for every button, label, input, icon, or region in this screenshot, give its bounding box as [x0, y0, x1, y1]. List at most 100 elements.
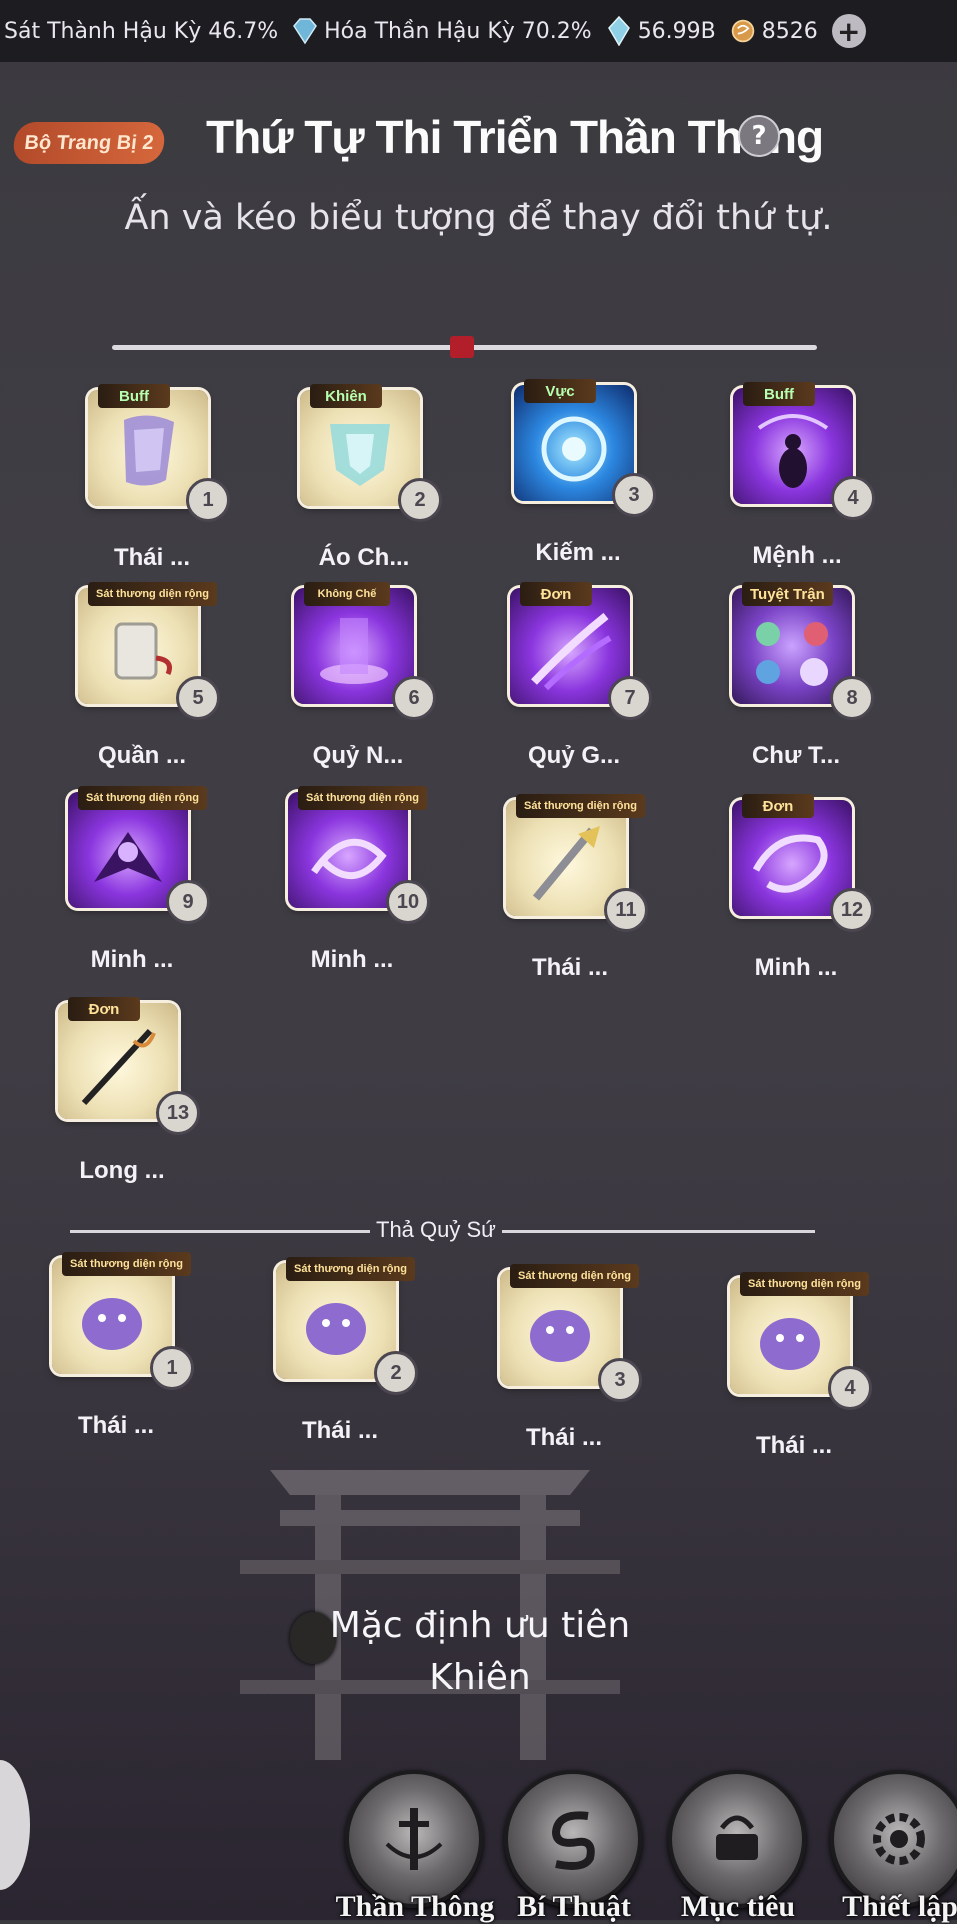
order-number: 3 — [612, 473, 656, 517]
add-currency-button[interactable]: + — [831, 14, 866, 48]
cultivation-stat-2: Hóa Thần Hậu Kỳ 70.2% — [292, 16, 592, 46]
default-priority[interactable]: Mặc định ưu tiên Khiên — [320, 1600, 640, 1704]
skill-name: Minh ... — [754, 954, 838, 981]
instruction-text: Ấn và kéo biểu tượng để thay đổi thứ tự. — [124, 198, 833, 238]
diamond-icon — [293, 18, 318, 45]
dragon-spear-icon — [81, 1028, 156, 1106]
summon-slot-1[interactable]: Sát thương diện rộng 1 Thái ... — [52, 1252, 202, 1440]
summon-tag: Sát thương diện rộng — [510, 1264, 639, 1288]
order-number: 2 — [374, 1351, 418, 1395]
skill-name: Chư T... — [751, 742, 841, 769]
summon-tag: Sát thương diện rộng — [62, 1252, 191, 1276]
skill-slot-8[interactable]: Tuyệt Trận 8 Chư T... — [732, 582, 882, 770]
order-number: 1 — [150, 1346, 194, 1390]
purple-swirl-icon — [311, 838, 387, 880]
skill-name: Quần ... — [97, 742, 186, 769]
section-line-left — [70, 1230, 370, 1233]
skill-slot-12[interactable]: Đơn 12 Minh ... — [732, 794, 882, 982]
buff-cloak-icon — [124, 415, 174, 486]
nav-thiet-lap[interactable]: Thiết lập — [830, 1770, 957, 1923]
status-bar: Sát Thành Hậu Kỳ 46.7% Hóa Thần Hậu Kỳ 7… — [0, 0, 957, 62]
skill-name: Long ... — [79, 1157, 165, 1184]
demon-beast-icon — [82, 1298, 142, 1350]
cultivation-stat-2-text: Hóa Thần Hậu Kỳ 70.2% — [324, 18, 592, 44]
skill-slot-11[interactable]: Sát thương diện rộng 11 Thái ... — [506, 794, 656, 982]
scroll-icon — [114, 622, 172, 680]
skill-slot-7[interactable]: Đơn 7 Quỷ G... — [510, 582, 660, 770]
nav-than-thong[interactable]: Thần Thông — [336, 1770, 494, 1923]
skill-slot-1[interactable]: Buff 1 Thái ... — [88, 384, 238, 572]
skill-slot-5[interactable]: Sát thương diện rộng 5 Quần ... — [78, 582, 228, 770]
nav-muc-tieu[interactable]: Mục tiêu — [668, 1770, 808, 1923]
skill-name: Thái ... — [531, 954, 608, 981]
sword-domain-icon — [541, 416, 607, 482]
skill-slot-6[interactable]: Không Chế 6 Quỷ N... — [294, 582, 444, 770]
order-number: 4 — [828, 1366, 872, 1410]
summon-slot-4[interactable]: Sát thương diện rộng 4 Thái ... — [730, 1272, 880, 1460]
skill-slot-4[interactable]: Buff 4 Mệnh ... — [733, 382, 883, 570]
skill-tag: Sát thương diện rộng — [298, 786, 427, 810]
demon-beast-icon — [306, 1303, 366, 1355]
cultivation-stat-1: Sát Thành Hậu Kỳ 46.7% — [4, 19, 278, 44]
skill-tag: Tuyệt Trận — [742, 582, 833, 606]
skill-name: Quỷ G... — [527, 742, 620, 769]
skill-slot-2[interactable]: Khiên 2 Áo Ch... — [300, 384, 450, 572]
dark-wings-icon — [94, 832, 162, 882]
side-menu-edge[interactable] — [0, 1760, 30, 1890]
cultivation-stat-1-text: Sát Thành Hậu Kỳ 46.7% — [4, 18, 279, 44]
help-button[interactable]: ? — [738, 115, 780, 157]
page-title: Thứ Tự Thi Triển Thần Thông — [206, 111, 824, 163]
default-priority-line2: Khiên — [429, 1657, 531, 1698]
skill-name: Kiếm ... — [535, 539, 621, 566]
cauldron-icon — [716, 1815, 758, 1860]
summon-tag: Sát thương diện rộng — [286, 1257, 415, 1281]
summon-slot-2[interactable]: Sát thương diện rộng 2 Thái ... — [276, 1257, 426, 1445]
summon-slot-3[interactable]: Sát thương diện rộng 3 Thái ... — [500, 1264, 650, 1452]
purple-dragon-icon — [752, 834, 828, 893]
order-number: 9 — [166, 880, 210, 924]
nav-label: Bí Thuật — [517, 1890, 631, 1923]
formation-orbs-icon — [756, 622, 828, 686]
swirl-emblem-icon — [551, 1811, 595, 1870]
spirit-stone-value: 56.99B — [637, 18, 716, 44]
skill-name: Quỷ N... — [312, 742, 404, 769]
skill-slot-10[interactable]: Sát thương diện rộng 10 Minh ... — [288, 786, 438, 974]
demon-figure-icon — [757, 414, 829, 488]
currency-count: 8526 — [730, 16, 818, 46]
summon-name: Thái ... — [755, 1432, 832, 1459]
shield-armor-icon — [330, 424, 390, 486]
skill-tag: Sát thương diện rộng — [516, 794, 645, 818]
order-number: 6 — [392, 676, 436, 720]
order-number: 13 — [156, 1091, 200, 1135]
nav-label: Thiết lập — [842, 1890, 957, 1923]
skill-slot-9[interactable]: Sát thương diện rộng 9 Minh ... — [68, 786, 218, 974]
skill-slot-13[interactable]: Đơn 13 Long ... — [58, 997, 208, 1185]
skill-tag: Đơn — [520, 582, 592, 606]
gear-icon — [873, 1813, 925, 1865]
summon-section-header: Thả Quỷ Sứ — [70, 1217, 815, 1243]
skill-tag: Sát thương diện rộng — [78, 786, 207, 810]
order-number: 11 — [604, 888, 648, 932]
order-number: 3 — [598, 1358, 642, 1402]
currency-value: 8526 — [761, 18, 818, 44]
control-vortex-icon — [320, 618, 388, 684]
skill-tag: Vực — [524, 379, 596, 403]
divider — [112, 336, 817, 358]
order-number: 10 — [386, 880, 430, 924]
nav-bi-thuat[interactable]: Bí Thuật — [504, 1770, 644, 1923]
order-number: 4 — [831, 476, 875, 520]
skill-tag: Khiên — [310, 384, 382, 408]
skill-tag: Buff — [743, 382, 815, 406]
skill-tag: Không Chế — [304, 582, 390, 606]
order-number: 7 — [608, 676, 652, 720]
skill-name: Minh ... — [310, 946, 394, 973]
purple-slash-icon — [531, 612, 612, 691]
nav-label: Thần Thông — [335, 1890, 495, 1923]
nav-label: Mục tiêu — [680, 1890, 796, 1923]
skill-tag: Buff — [98, 384, 170, 408]
section-line-right — [502, 1230, 815, 1233]
order-number: 8 — [830, 676, 874, 720]
equipment-set-badge[interactable]: Bộ Trang Bị 2 — [11, 122, 167, 164]
skill-slot-3[interactable]: Vực 3 Kiếm ... — [514, 379, 664, 567]
crystal-icon — [607, 16, 630, 46]
